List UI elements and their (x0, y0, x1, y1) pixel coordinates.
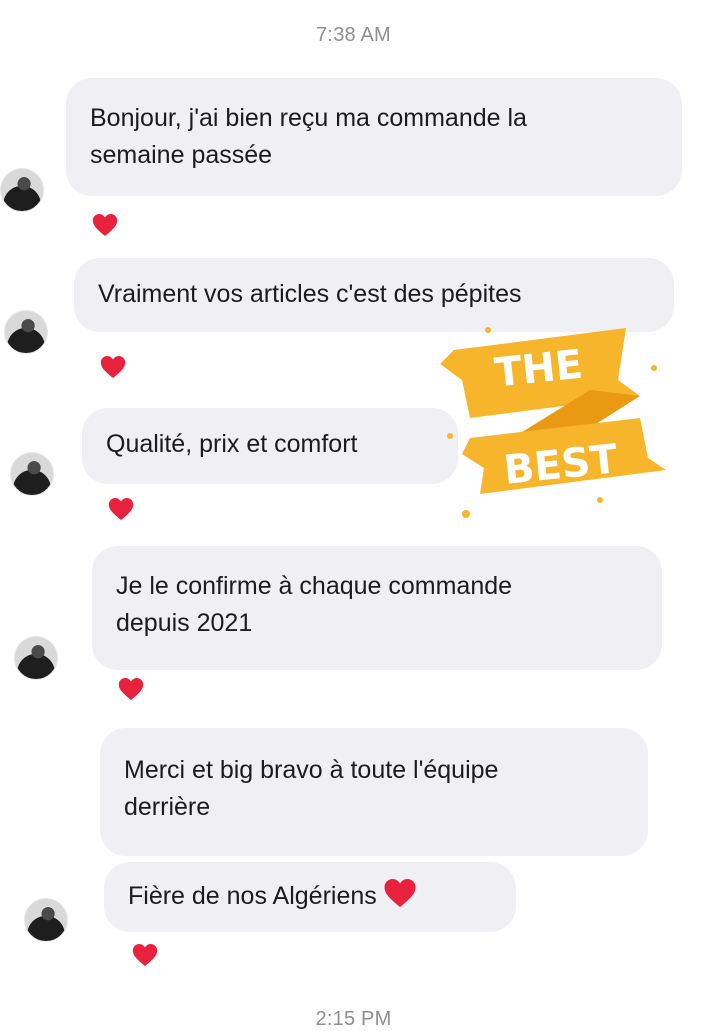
heart-reaction[interactable] (114, 674, 148, 704)
sticker-dot (597, 497, 603, 503)
message-bubble[interactable]: Merci et big bravo à toute l'équipe derr… (100, 728, 648, 856)
sticker-dot (485, 327, 491, 333)
red-heart-emoji-icon (384, 879, 416, 907)
message-text: derrière (124, 793, 211, 821)
message-text: semaine passée (90, 141, 273, 169)
message-text: Bonjour, j'ai bien reçu ma commande la (90, 104, 527, 132)
the-best-sticker: THE BEST (440, 327, 666, 518)
sticker-dot (614, 336, 622, 344)
message-bubble[interactable]: Fière de nos Algériens (104, 862, 516, 932)
message-text: Fière de nos Algériens (128, 882, 377, 910)
message-text: Qualité, prix et comfort (106, 430, 358, 458)
avatar[interactable] (0, 168, 44, 212)
timestamp: 2:15 PM (315, 1008, 392, 1030)
message-bubble[interactable]: Je le confirme à chaque commande depuis … (92, 546, 662, 670)
heart-icon (92, 214, 118, 236)
message-bubble[interactable]: Qualité, prix et comfort (82, 408, 458, 484)
message-bubble[interactable]: Bonjour, j'ai bien reçu ma commande la s… (66, 78, 682, 196)
message-text: Je le confirme à chaque commande (116, 572, 513, 600)
heart-reaction[interactable] (104, 494, 138, 524)
timestamp: 7:38 AM (316, 24, 391, 46)
avatar[interactable] (24, 898, 68, 942)
heart-icon (132, 944, 158, 966)
heart-icon (100, 356, 126, 378)
message-text: depuis 2021 (116, 609, 253, 637)
heart-icon (108, 498, 134, 520)
heart-icon (118, 678, 144, 700)
avatar[interactable] (10, 452, 54, 496)
sticker-dot (462, 510, 470, 518)
avatar[interactable] (4, 310, 48, 354)
sticker-dot (651, 365, 657, 371)
heart-reaction[interactable] (96, 352, 130, 382)
message-text: Vraiment vos articles c'est des pépites (98, 280, 522, 308)
heart-reaction[interactable] (128, 940, 162, 970)
message-text: Merci et big bravo à toute l'équipe (124, 756, 499, 784)
avatar[interactable] (14, 636, 58, 680)
sticker-dot (447, 433, 453, 439)
sticker-top-text: THE (492, 342, 584, 397)
heart-reaction[interactable] (88, 210, 122, 240)
